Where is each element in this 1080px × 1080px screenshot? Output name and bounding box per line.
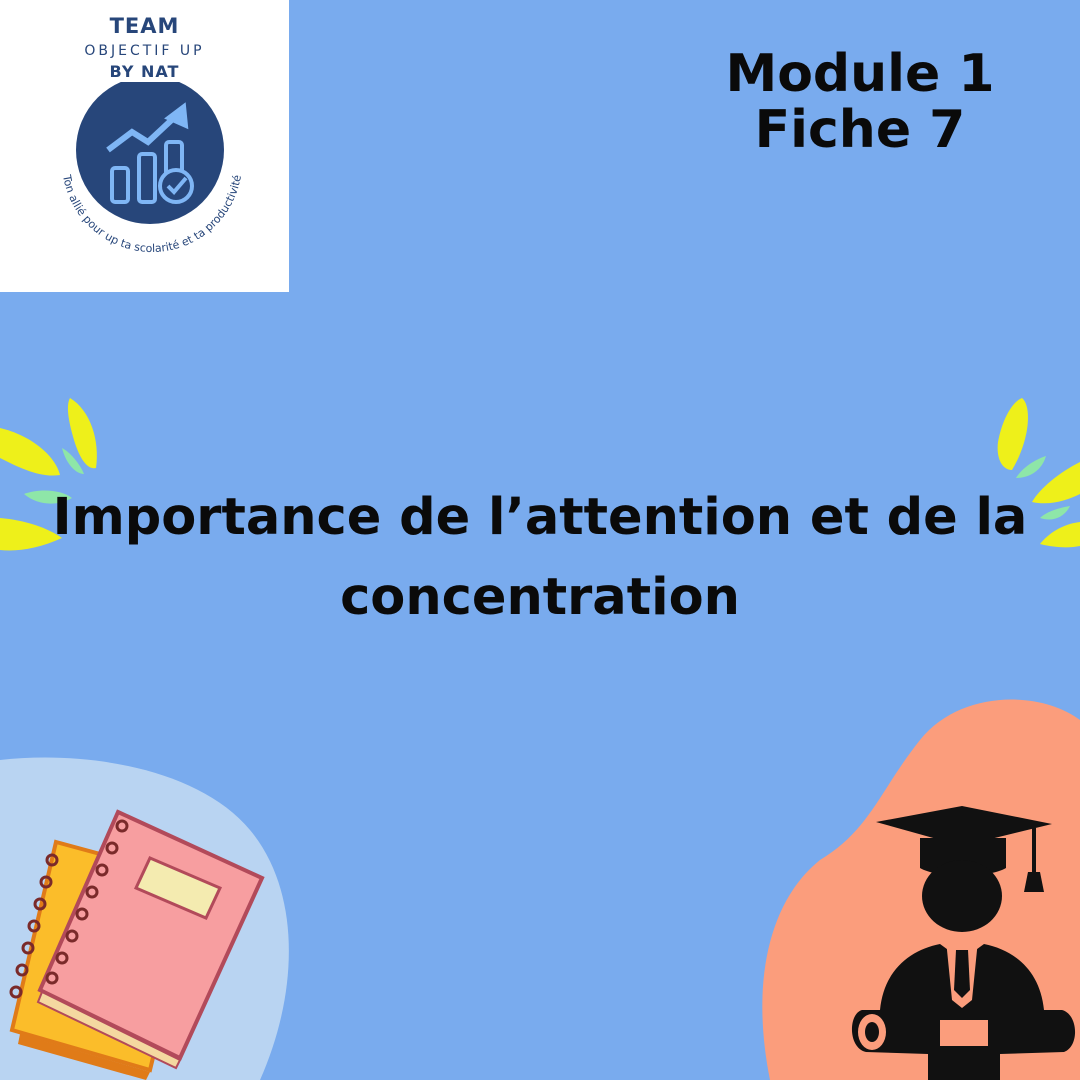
check-badge-icon bbox=[158, 168, 194, 204]
fiche-number: Fiche 7 bbox=[754, 100, 966, 160]
module-heading: Module 1 Fiche 7 bbox=[680, 46, 1040, 158]
module-number: Module 1 bbox=[725, 44, 995, 104]
logo-team-text: TEAM bbox=[109, 14, 180, 38]
title-line-1: Importance de l’attention et de la bbox=[52, 488, 1028, 547]
page-title: Importance de l’attention et de la conce… bbox=[40, 478, 1040, 638]
logo: TEAM OBJECTIF UP BY NAT Ton allié pour u… bbox=[0, 0, 289, 292]
logo-objectif-text: OBJECTIF UP bbox=[84, 43, 205, 59]
logo-bynat-text: BY NAT bbox=[109, 62, 180, 81]
logo-emblem: Ton allié pour up ta scolarité et ta pro… bbox=[60, 82, 244, 255]
title-line-2: concentration bbox=[340, 568, 740, 627]
